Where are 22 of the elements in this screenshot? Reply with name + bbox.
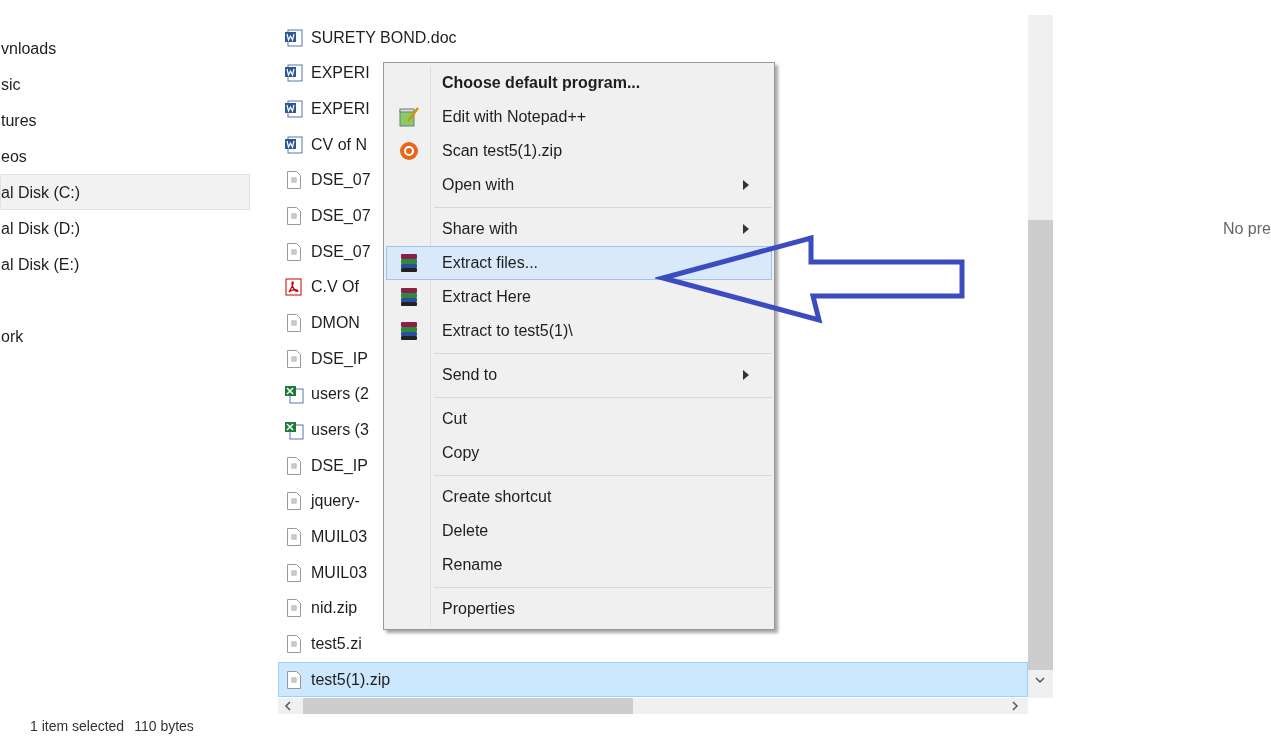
status-selection: 1 item selected [30,718,125,734]
file-name: EXPERI [311,64,370,83]
file-name: users (2 [311,385,369,404]
file-name: CV of N [311,135,367,154]
preview-message: No pre [1222,220,1271,237]
file-name: DSE_IP [311,349,368,368]
file-name: C.V Of [311,278,359,297]
file-name: DSE_IP [311,456,368,475]
file-name: DSE_07 [311,242,371,261]
file-name: users (3 [311,421,369,440]
file-name: nid.zip [311,599,358,618]
file-name: SURETY BOND.doc [311,28,457,47]
file-name: DMON [311,314,360,333]
file-name: test5.zi [311,635,362,653]
status-size: 110 bytes [134,718,194,734]
file-name: MUIL03 [311,528,368,546]
file-name: DSE_07 [311,207,371,226]
file-name: DSE_07 [311,171,371,190]
file-name: test5(1).zip [311,670,391,689]
file-name: jquery- [311,492,360,511]
file-name: MUIL03 [311,563,368,582]
file-name: EXPERI [311,100,370,119]
